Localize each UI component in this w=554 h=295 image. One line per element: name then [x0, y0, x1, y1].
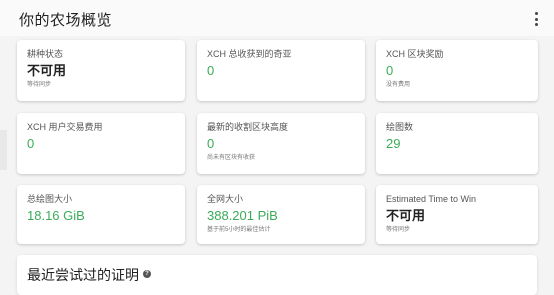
card-block-rewards: XCH 区块奖励 0 没有费用 [376, 40, 538, 101]
card-label: XCH 用户交易费用 [27, 122, 103, 132]
page-title: 你的农场概览 [19, 12, 113, 29]
card-last-height-farmed: 最新的收割区块高度 0 尚未有区块有收获 [197, 113, 365, 174]
card-value: 18.16 GiB [27, 208, 85, 223]
sidebar-edge [0, 130, 7, 170]
card-user-transaction-fees: XCH 用户交易费用 0 [17, 113, 185, 174]
card-value: 不可用 [27, 63, 67, 78]
section-title-text: 最近尝试过的证明 [27, 267, 139, 283]
card-sub: 尚未有区块有收获 [207, 155, 256, 161]
card-label: 最新的收割区块高度 [207, 122, 289, 132]
card-sub: 没有费用 [386, 82, 411, 88]
latest-proofs-section: 最近尝试过的证明? [17, 255, 537, 295]
card-value: 388.201 PiB [207, 208, 278, 223]
card-value: 29 [386, 136, 401, 151]
card-value: 不可用 [386, 208, 426, 223]
card-value: 0 [207, 136, 215, 151]
card-estimated-time-to-win: Estimated Time to Win 不可用 等待同步 [376, 185, 538, 244]
section-title: 最近尝试过的证明? [27, 265, 151, 285]
card-total-network-space: 全网大小 388.201 PiB 基于前5小时的最佳估计 [197, 185, 365, 244]
card-label: Estimated Time to Win [386, 194, 477, 204]
card-sub: 等待同步 [27, 82, 52, 88]
card-label: 绘图数 [386, 122, 414, 132]
card-value: 0 [207, 63, 215, 78]
card-label: 总绘图大小 [27, 194, 73, 204]
card-value: 0 [27, 136, 35, 151]
card-plot-count: 绘图数 29 [376, 113, 538, 174]
page-header: 你的农场概览 [0, 0, 554, 36]
card-total-chia-farmed: XCH 总收获到的奇亚 0 [197, 40, 365, 101]
help-icon[interactable]: ? [143, 270, 151, 279]
more-options-icon[interactable] [530, 12, 542, 26]
card-label: 全网大小 [207, 194, 244, 204]
card-farming-status: 耕种状态 不可用 等待同步 [17, 40, 185, 101]
card-value: 0 [386, 63, 394, 78]
card-label: XCH 区块奖励 [386, 49, 444, 59]
card-total-plot-size: 总绘图大小 18.16 GiB [17, 185, 185, 244]
card-sub: 等待同步 [386, 227, 411, 233]
card-label: XCH 总收获到的奇亚 [207, 49, 292, 59]
card-sub: 基于前5小时的最佳估计 [207, 227, 271, 233]
card-label: 耕种状态 [27, 49, 64, 59]
